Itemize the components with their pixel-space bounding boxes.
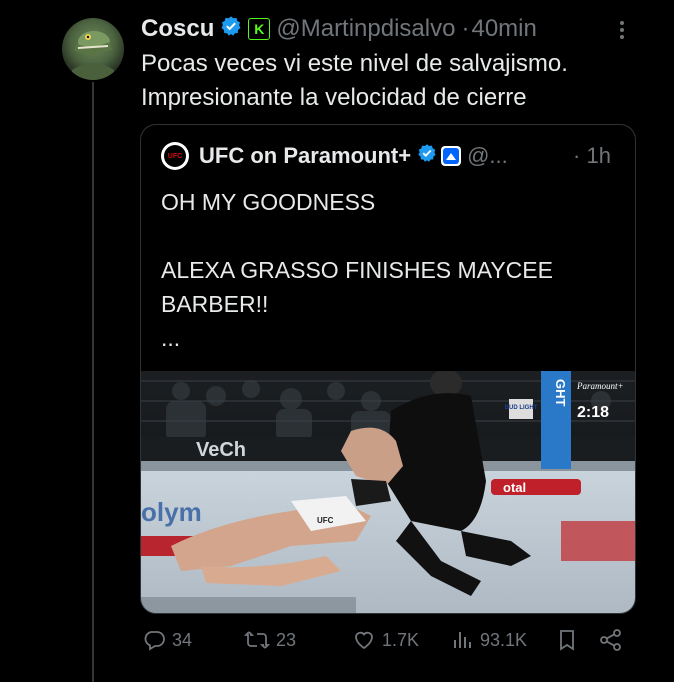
mat-text: otal <box>503 480 526 495</box>
shorts-logo: UFC <box>317 516 334 525</box>
quoted-text-line: OH MY GOODNESS <box>161 189 376 215</box>
crocodile-avatar-image <box>72 31 114 80</box>
kick-badge-icon: K <box>248 18 271 40</box>
views-count: 93.1K <box>480 629 528 650</box>
tweet-actions: 34 23 1.7K 93.1K <box>140 620 634 660</box>
heart-icon <box>355 631 373 650</box>
author-name[interactable]: Coscu <box>141 15 214 43</box>
bookmark-icon <box>560 630 574 651</box>
media-shadow <box>141 597 356 613</box>
bud-light-text: BUD LIGHT <box>505 405 538 411</box>
quoted-author-name[interactable]: UFC on Paramount+ <box>199 143 411 169</box>
quoted-timestamp[interactable]: · 1h <box>573 141 611 171</box>
quoted-text-line <box>161 219 621 253</box>
quoted-author-handle[interactable]: @... <box>467 143 508 169</box>
like-count: 1.7K <box>382 629 420 650</box>
tweet-text: Pocas veces vi este nivel de salvajismo.… <box>141 47 661 115</box>
author-handle[interactable]: @Martinpdisalvo <box>276 15 455 43</box>
corner-sign: GHT <box>553 379 568 407</box>
banner-text: VeCh <box>196 439 246 461</box>
quoted-tweet[interactable]: UFC UFC on Paramount+ @... · 1h OH MY GO… <box>140 124 636 614</box>
verified-icon <box>417 143 437 169</box>
author-avatar[interactable] <box>62 18 124 80</box>
paramount-affiliate-icon <box>441 146 462 166</box>
repost-count: 23 <box>276 629 297 650</box>
more-options-icon[interactable] <box>614 18 630 42</box>
separator-dot: · <box>461 15 470 42</box>
tweet-timestamp[interactable]: 40min <box>471 15 536 43</box>
quoted-media-image[interactable]: VeCh olym otal GHT BUD LIGHT Paramount+ … <box>141 371 635 613</box>
views-button[interactable]: 93.1K <box>452 620 527 660</box>
verified-icon <box>220 15 242 44</box>
views-icon <box>454 632 471 648</box>
share-button[interactable] <box>598 620 630 660</box>
ufc-avatar[interactable]: UFC <box>161 142 189 170</box>
scoreboard-brand: Paramount+ <box>576 381 624 391</box>
quoted-tweet-header: UFC UFC on Paramount+ @... <box>161 141 508 171</box>
mat-text-left: olym <box>141 497 202 527</box>
reply-button[interactable]: 34 <box>142 620 192 660</box>
like-button[interactable]: 1.7K <box>352 620 419 660</box>
quoted-tweet-text: OH MY GOODNESS ALEXA GRASSO FINISHES MAY… <box>161 185 621 355</box>
bookmark-button[interactable] <box>556 620 584 660</box>
quoted-text-line: ALEXA GRASSO FINISHES MAYCEE <box>161 257 553 283</box>
share-icon <box>600 629 621 651</box>
quoted-text-line: ... <box>161 325 181 351</box>
tweet-text-line: Pocas veces vi este nivel de salvajismo. <box>141 50 568 77</box>
quoted-text-line: BARBER!! <box>161 291 269 317</box>
quoted-time: 1h <box>586 143 611 168</box>
thread-line <box>92 82 94 682</box>
fight-clock: 2:18 <box>577 404 609 421</box>
tweet-header: Coscu K @Martinpdisalvo · 40min <box>141 14 537 44</box>
tweet-text-line: Impresionante la velocidad de cierre <box>141 84 527 111</box>
repost-button[interactable]: 23 <box>244 620 296 660</box>
repost-icon <box>244 631 270 649</box>
separator-dot: · <box>573 143 581 168</box>
ufc-logo-text: UFC <box>164 145 186 167</box>
reply-count: 34 <box>172 629 193 650</box>
reply-icon <box>144 631 165 651</box>
mat-red-logo-right <box>561 521 635 561</box>
